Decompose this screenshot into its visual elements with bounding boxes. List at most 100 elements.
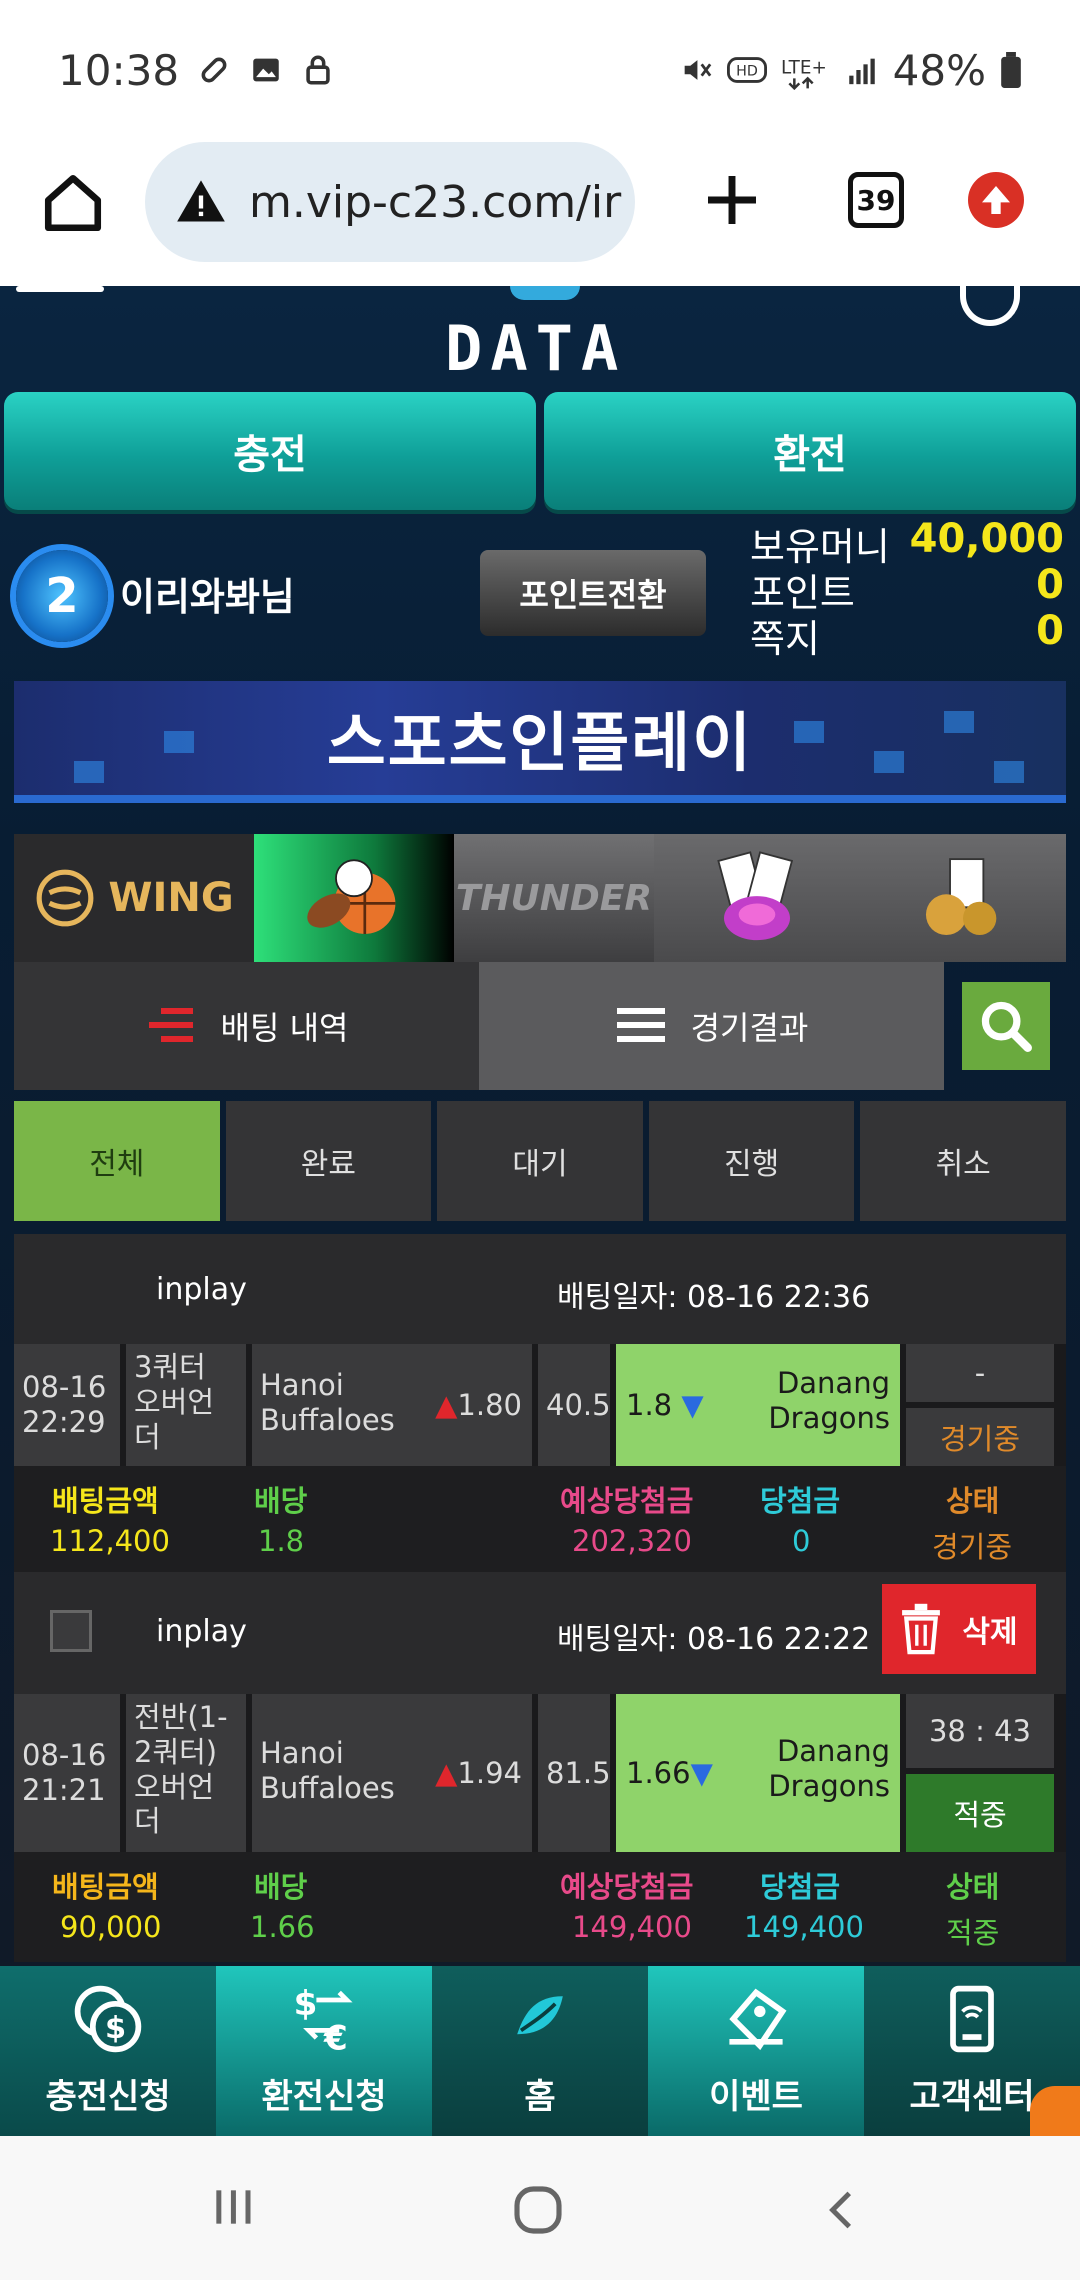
provider-wing[interactable]: WING (14, 834, 254, 962)
nav-exchange-request-label: 환전신청 (261, 2077, 387, 2117)
selected-odds-wrap: 1.66▼ (626, 1756, 713, 1791)
chat-bubble-icon[interactable] (1030, 2086, 1080, 2136)
provider-casino[interactable] (654, 834, 860, 962)
provider-sports[interactable] (254, 834, 454, 962)
update-icon[interactable] (968, 172, 1024, 228)
expected-value: 202,320 (572, 1524, 692, 1558)
point-convert-button[interactable]: 포인트전환 (480, 550, 706, 636)
bet-summary: 배팅금액 90,000 배당 1.66 예상당첨금 149,400 당첨금 14… (14, 1852, 1066, 1962)
bet-header: inplay 배팅일자: 08-16 22:36 (14, 1234, 1066, 1344)
expected-label: 예상당첨금 (560, 1484, 694, 1518)
nav-charge-request-label: 충전신청 (45, 2077, 171, 2117)
home-odds: 1.94 (457, 1756, 522, 1790)
amount-label: 배팅금액 (52, 1484, 159, 1518)
provider-thunder-label: THUNDER (455, 877, 653, 919)
username: 이리와봐님 (120, 575, 295, 619)
status-label: 상태 (946, 1870, 1000, 1904)
nav-home[interactable]: 홈 (432, 1966, 648, 2136)
casino-cards-icon (717, 851, 794, 941)
odds-up-icon: ▲ (435, 1388, 458, 1422)
match-date: 08-16 (22, 1370, 107, 1404)
bet-filter-tabs: 전체 완료 대기 진행 취소 (14, 1101, 1066, 1221)
bet-list: inplay 배팅일자: 08-16 22:36 08-16 22:29 3쿼터… (14, 1234, 1066, 1962)
home-team: Hanoi Buffaloes (260, 1736, 395, 1805)
bet-summary: 배팅금액 112,400 배당 1.8 예상당첨금 202,320 당첨금 0 … (14, 1466, 1066, 1572)
home-odds-wrap: ▲1.80 (435, 1388, 522, 1423)
provider-thunder[interactable]: THUNDER (454, 834, 654, 962)
lte-icon: LTE+ (781, 57, 826, 90)
status-bar: 10:38 HD LTE+ 48% (0, 0, 1080, 140)
nav-event[interactable]: 이벤트 (648, 1966, 864, 2136)
delete-button[interactable]: 삭제 (882, 1584, 1036, 1674)
point-value: 0 (1036, 562, 1064, 608)
warning-icon[interactable] (175, 176, 227, 228)
search-button[interactable] (962, 982, 1050, 1070)
match-datetime: 08-16 21:21 (14, 1694, 120, 1852)
odds-down-icon: ▼ (690, 1756, 713, 1790)
menu-icon[interactable] (16, 286, 104, 316)
charge-button[interactable]: 충전 (4, 392, 536, 510)
home-logo-icon (517, 1996, 563, 2035)
currency-exchange-icon: $€ (294, 1984, 353, 2057)
nav-customer-center[interactable]: 고객센터 (864, 1966, 1080, 2136)
bet-date: 배팅일자: 08-16 22:22 (557, 1622, 871, 1657)
market-name: 3쿼터 오버언더 (126, 1344, 246, 1466)
amount-value: 112,400 (50, 1524, 170, 1558)
home-odds: 1.80 (457, 1388, 522, 1422)
home-team-pick[interactable]: Hanoi Buffaloes ▲1.80 (252, 1344, 532, 1466)
away-team-pick[interactable]: 1.8 ▼ Danang Dragons (616, 1344, 900, 1466)
home-team-pick[interactable]: Hanoi Buffaloes ▲1.94 (252, 1694, 532, 1852)
message-value[interactable]: 0 (1036, 608, 1064, 654)
handicap-line: 40.5 (538, 1344, 611, 1466)
expected-label: 예상당첨금 (560, 1870, 694, 1904)
odds-up-icon: ▲ (435, 1756, 458, 1790)
bet-type: inplay (156, 1272, 247, 1307)
filter-cancelled[interactable]: 취소 (860, 1101, 1066, 1221)
odds-down-icon: ▼ (681, 1388, 704, 1422)
bottom-navigation: $ 충전신청 $ € 환전신청 홈 이벤트 고객센터 (0, 1966, 1080, 2136)
site-logo[interactable]: DATA (445, 312, 626, 385)
betting-history-button[interactable]: 배팅 내역 (14, 962, 479, 1090)
exchange-button[interactable]: 환전 (544, 392, 1076, 510)
match-status-tag: 경기중 (906, 1408, 1054, 1466)
match-results-button[interactable]: 경기결과 (479, 962, 944, 1090)
svg-text:$: $ (105, 2011, 126, 2046)
bet-select-checkbox[interactable] (50, 1610, 92, 1652)
filter-in-progress[interactable]: 진행 (648, 1101, 855, 1221)
odds-label: 배당 (254, 1484, 308, 1518)
market-name: 전반(1-2쿼터) 오버언더 (126, 1694, 246, 1852)
recent-apps-icon[interactable] (208, 2182, 258, 2232)
logo-mark (510, 286, 580, 300)
system-navigation-bar (0, 2136, 1080, 2280)
url-field[interactable]: m.vip-c23.com/ir (145, 142, 635, 262)
amount-label: 배팅금액 (52, 1870, 159, 1904)
url-text: m.vip-c23.com/ir (249, 176, 622, 228)
user-icon[interactable] (960, 286, 1020, 326)
provider-card-game[interactable] (860, 834, 1066, 962)
signal-icon (848, 58, 875, 85)
hd-icon: HD (726, 57, 767, 83)
filter-pending[interactable]: 대기 (437, 1101, 643, 1221)
home-icon[interactable] (40, 170, 106, 236)
sports-inplay-banner: 스포츠인플레이 (14, 681, 1066, 803)
new-tab-icon[interactable] (700, 168, 764, 232)
match-time: 21:21 (22, 1772, 106, 1807)
match-time: 22:29 (22, 1404, 106, 1439)
filter-all[interactable]: 전체 (14, 1101, 220, 1221)
nav-charge-request[interactable]: $ 충전신청 (0, 1966, 216, 2136)
away-team-pick[interactable]: 1.66▼ Danang Dragons (616, 1694, 900, 1852)
filter-completed[interactable]: 완료 (225, 1101, 432, 1221)
home-team: Hanoi Buffaloes (260, 1368, 395, 1437)
bet-type: inplay (156, 1614, 247, 1649)
trash-icon (902, 1603, 941, 1655)
away-team: Danang Dragons (768, 1366, 890, 1435)
back-icon[interactable] (818, 2182, 868, 2238)
home-circle-icon[interactable] (510, 2182, 566, 2238)
win-label: 당첨금 (760, 1870, 841, 1904)
svg-text:HD: HD (736, 64, 758, 80)
tab-switcher-button[interactable]: 39 (848, 172, 904, 228)
nav-exchange-request[interactable]: $ € 환전신청 (216, 1966, 432, 2136)
odds-label: 배당 (254, 1870, 308, 1904)
selected-odds: 1.66 (626, 1756, 691, 1790)
bet-detail-row: 08-16 21:21 전반(1-2쿼터) 오버언더 Hanoi Buffalo… (14, 1694, 1066, 1852)
